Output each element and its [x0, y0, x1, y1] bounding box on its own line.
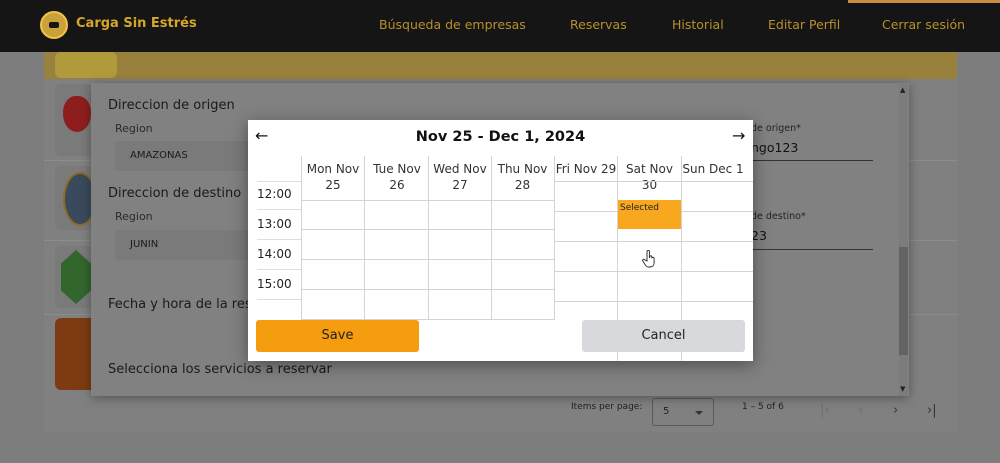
destination-address-underline — [751, 249, 873, 250]
top-navbar: Carga Sin Estrés Búsqueda de empresas Re… — [0, 0, 1000, 52]
paginator-range: 1 – 5 of 6 — [742, 402, 784, 412]
day-header-thu: Thu Nov 28 — [491, 161, 554, 193]
time-label-1200: 12:00 — [257, 187, 292, 201]
items-per-page-select[interactable]: 5 — [652, 398, 714, 426]
grid-line — [428, 156, 429, 320]
grid-line — [554, 241, 753, 242]
last-page-icon[interactable]: ›| — [927, 403, 937, 418]
arrow-right-icon[interactable]: → — [732, 126, 745, 145]
cancel-button[interactable]: Cancel — [582, 320, 745, 352]
day-header-line2: 28 — [514, 178, 531, 192]
brand-logo[interactable] — [40, 11, 68, 39]
calendar-week-title: Nov 25 - Dec 1, 2024 — [415, 129, 586, 145]
grid-line — [301, 156, 302, 320]
apple-icon — [63, 96, 91, 132]
day-header-line2: 30 — [641, 178, 658, 192]
items-per-page-label: Items per page: — [571, 402, 643, 412]
grid-line — [301, 229, 555, 230]
grid-line — [554, 181, 753, 182]
hand-cursor-icon — [642, 250, 655, 268]
nav-link-cerrar-sesion[interactable]: Cerrar sesión — [882, 17, 965, 32]
day-header-line1: Mon Nov — [306, 162, 360, 176]
highlight-row — [44, 52, 957, 79]
chevron-down-icon — [695, 411, 703, 415]
origin-section-title: Direccion de origen — [108, 98, 235, 113]
day-header-line2: 26 — [389, 178, 405, 192]
time-label-1400: 14:00 — [257, 247, 292, 261]
day-header-line1: Wed Nov — [433, 162, 487, 176]
grid-line — [301, 289, 555, 290]
nav-link-editar-perfil[interactable]: Editar Perfil — [768, 17, 840, 32]
day-header-line1: Thu Nov — [497, 162, 548, 176]
selected-time-slot[interactable]: Selected — [618, 200, 681, 229]
destination-region-value: JUNIN — [130, 239, 159, 250]
time-divider — [257, 299, 302, 300]
time-divider — [257, 239, 302, 240]
dialog-scrollbar-thumb[interactable] — [899, 247, 908, 355]
save-button[interactable]: Save — [256, 320, 419, 352]
day-header-line1: Sun Dec 1 — [682, 162, 744, 176]
day-header-sat: Sat Nov 30 — [618, 161, 681, 193]
grid-line — [301, 200, 555, 201]
grid-line — [491, 156, 492, 320]
origin-address-label: de origen* — [751, 123, 801, 134]
destination-region-select[interactable]: JUNIN — [115, 230, 265, 260]
origin-region-label: Region — [115, 122, 153, 135]
datetime-section-title: Fecha y hora de la res — [108, 297, 252, 312]
nav-link-busqueda[interactable]: Búsqueda de empresas — [379, 17, 526, 32]
company-logo-1 — [55, 52, 117, 78]
grid-line — [301, 259, 555, 260]
origin-region-select[interactable]: AMAZONAS — [115, 141, 265, 171]
destination-section-title: Direccion de destino — [108, 186, 242, 201]
day-header-line1: Tue Nov — [373, 162, 421, 176]
time-divider — [257, 269, 302, 270]
day-header-tue: Tue Nov 26 — [365, 161, 429, 193]
grid-line — [554, 301, 753, 302]
scroll-up-icon[interactable]: ▲ — [900, 86, 905, 94]
origin-address-underline — [751, 160, 873, 161]
destination-address-input[interactable]: 23 — [751, 228, 767, 243]
grid-line — [364, 156, 365, 320]
day-header-line2: 27 — [452, 178, 468, 192]
next-page-icon[interactable]: › — [893, 403, 898, 418]
day-header-fri: Fri Nov 29 — [554, 161, 618, 177]
services-section-title: Selecciona los servicios a reservar — [108, 362, 332, 377]
day-header-line1: Fri Nov 29 — [555, 162, 617, 176]
time-label-1500: 15:00 — [257, 277, 292, 291]
brand-name[interactable]: Carga Sin Estrés — [76, 16, 197, 31]
origin-address-input[interactable]: ngo123 — [751, 140, 798, 155]
day-header-mon: Mon Nov 25 — [301, 161, 365, 193]
grid-line — [554, 271, 753, 272]
day-header-wed: Wed Nov 27 — [429, 161, 491, 193]
destination-address-label: de destino* — [751, 211, 806, 222]
nav-link-reservas[interactable]: Reservas — [570, 17, 627, 32]
prev-page-icon[interactable]: ‹ — [858, 403, 863, 418]
hexagon-icon — [61, 250, 91, 304]
destination-region-label: Region — [115, 210, 153, 223]
origin-region-value: AMAZONAS — [130, 150, 188, 161]
nav-link-historial[interactable]: Historial — [672, 17, 724, 32]
day-header-line1: Sat Nov — [626, 162, 673, 176]
day-header-line2: 25 — [325, 178, 341, 192]
time-divider — [257, 181, 302, 182]
profile-image-strip — [848, 0, 1000, 3]
selected-slot-label: Selected — [620, 203, 660, 213]
day-header-sun: Sun Dec 1 — [681, 161, 745, 177]
first-page-icon[interactable]: |‹ — [820, 403, 830, 418]
time-divider — [257, 209, 302, 210]
time-label-1300: 13:00 — [257, 217, 292, 231]
items-per-page-value: 5 — [663, 406, 670, 417]
calendar-modal: ← Nov 25 - Dec 1, 2024 → 12:00 13:00 14:… — [248, 120, 753, 361]
scroll-down-icon[interactable]: ▼ — [900, 385, 905, 393]
